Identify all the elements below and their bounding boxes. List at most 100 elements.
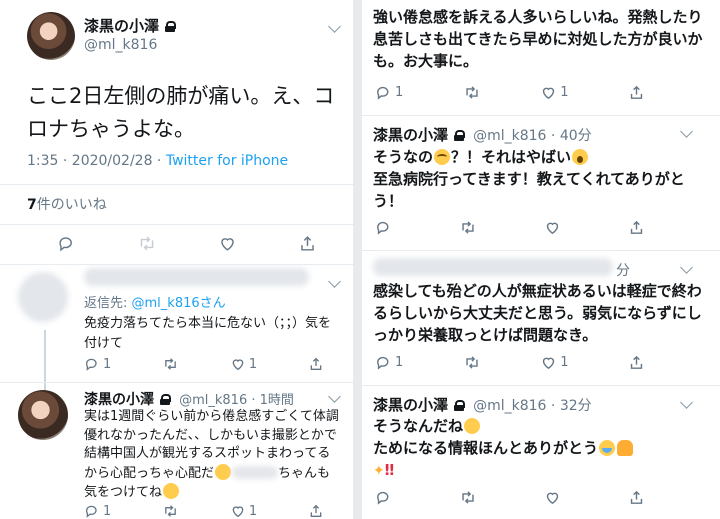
author-name[interactable]: 漆黒の小澤 bbox=[84, 17, 159, 35]
tweet-text: 感染しても殆どの人が無症状あるいは軽症で終わるらしいから大丈夫だと思う。弱気にな… bbox=[373, 282, 702, 344]
like-button[interactable]: 1 bbox=[230, 503, 257, 519]
like-button[interactable]: 1 bbox=[540, 84, 569, 101]
tweet-source-link[interactable]: Twitter for iPhone bbox=[166, 153, 288, 169]
author-name[interactable]: 漆黒の小澤 bbox=[373, 126, 448, 144]
author-name[interactable]: 漆黒の小澤 bbox=[373, 396, 448, 414]
like-count: 1 bbox=[248, 356, 258, 372]
reply-button[interactable]: 1 bbox=[375, 354, 403, 371]
reply-count: 1 bbox=[395, 355, 404, 370]
author-handle-time[interactable]: @ml_k816 · 32分 bbox=[473, 398, 592, 414]
author-handle-time[interactable]: @ml_k816 · 40分 bbox=[473, 128, 592, 144]
tweet2-text-a: そうなの bbox=[373, 148, 434, 166]
tweet1-actions: 1 1 bbox=[375, 84, 645, 101]
reply-button[interactable]: 1 bbox=[84, 356, 111, 372]
share-button[interactable] bbox=[298, 234, 317, 253]
author-name[interactable]: 漆黒の小澤 bbox=[84, 392, 154, 408]
retweet-button[interactable] bbox=[463, 354, 481, 371]
chevron-down-icon[interactable] bbox=[328, 20, 341, 33]
reply-icon bbox=[59, 237, 72, 252]
divider bbox=[362, 250, 720, 251]
reply-button[interactable]: 1 bbox=[84, 503, 111, 519]
reply2-text: 実は1週間ぐらい前から倦怠感すごくて体調優れなかったんだ、、しかもいま撮影とかで… bbox=[84, 408, 342, 503]
tweet-timestamp[interactable]: 1:35 · 2020/02/28 · bbox=[27, 153, 166, 169]
tweet4-text: そうなんだね ためになる情報ほんとありがとう ✦‼ bbox=[373, 415, 713, 482]
retweet-icon bbox=[466, 86, 478, 99]
avatar[interactable] bbox=[18, 390, 68, 440]
retweet-button[interactable] bbox=[137, 234, 157, 253]
lock-icon bbox=[160, 394, 171, 405]
main-tweet-header: 漆黒の小澤 bbox=[84, 15, 177, 36]
reply-button[interactable]: 1 bbox=[375, 84, 403, 101]
lock-icon bbox=[165, 21, 177, 32]
share-button[interactable] bbox=[308, 503, 324, 519]
retweet-icon bbox=[165, 505, 176, 517]
crying-face-emoji bbox=[599, 440, 616, 456]
chevron-down-icon[interactable] bbox=[328, 275, 341, 288]
reply-icon bbox=[377, 221, 389, 235]
like-button[interactable]: 1 bbox=[230, 356, 257, 372]
author-handle-time[interactable]: @ml_k816 · 1時間 bbox=[179, 393, 294, 408]
chevron-down-icon[interactable] bbox=[680, 261, 693, 274]
reply-count: 1 bbox=[395, 85, 404, 100]
redacted-name bbox=[373, 258, 613, 276]
avatar[interactable] bbox=[27, 12, 75, 60]
heart-icon bbox=[232, 506, 244, 518]
like-count: 1 bbox=[248, 503, 258, 519]
lock-icon bbox=[454, 130, 466, 141]
chevron-down-icon[interactable] bbox=[680, 125, 693, 138]
heart-icon bbox=[543, 87, 555, 100]
heart-icon bbox=[543, 357, 555, 370]
retweet-icon bbox=[462, 221, 474, 234]
pleading-face-emoji bbox=[163, 483, 180, 499]
reply-icon bbox=[377, 356, 389, 370]
reply-text: 免疫力落ちてたら本当に危ない（；；）気を付けて bbox=[84, 316, 332, 351]
avatar[interactable] bbox=[18, 272, 68, 322]
tweet2-actions bbox=[375, 219, 645, 236]
like-button[interactable] bbox=[544, 489, 561, 506]
like-button[interactable] bbox=[218, 234, 237, 253]
tweet-time[interactable]: 分 bbox=[616, 260, 630, 280]
retweet-icon bbox=[165, 358, 176, 370]
retweet-button[interactable] bbox=[162, 356, 179, 372]
retweet-button[interactable] bbox=[459, 219, 477, 236]
sparkles-icon: ✦ bbox=[373, 463, 385, 479]
left-screenshot-panel: 漆黒の小澤 @ml_k816 ここ2日左側の肺が痛い。え、コロナちゃうよな。 1… bbox=[0, 0, 353, 519]
share-button[interactable] bbox=[628, 84, 645, 101]
lock-icon bbox=[454, 400, 466, 411]
retweet-icon bbox=[462, 491, 474, 504]
tweet-text: 強い倦怠感を訴える人多いらしいね。発熱したり息苦しさも出てきたら早めに対処した方… bbox=[373, 8, 703, 70]
divider bbox=[0, 224, 353, 225]
tweet-meta: 1:35 · 2020/02/28 · Twitter for iPhone bbox=[27, 153, 288, 169]
reply-icon bbox=[377, 86, 389, 100]
reply-to-handle[interactable]: @ml_k816さん bbox=[132, 296, 226, 311]
redacted-name bbox=[84, 268, 309, 286]
heart-icon bbox=[546, 222, 559, 235]
divider bbox=[0, 264, 353, 265]
chevron-down-icon[interactable] bbox=[680, 396, 693, 409]
chevron-down-icon[interactable] bbox=[328, 390, 341, 403]
likes-summary[interactable]: 7件のいいね bbox=[27, 194, 107, 214]
like-button[interactable]: 1 bbox=[540, 354, 569, 371]
reply-button[interactable] bbox=[375, 219, 392, 236]
retweet-button[interactable] bbox=[162, 503, 179, 519]
like-button[interactable] bbox=[544, 219, 561, 236]
reply-button[interactable] bbox=[57, 234, 76, 253]
tweet3-actions: 1 1 bbox=[375, 354, 645, 371]
retweet-button[interactable] bbox=[459, 489, 477, 506]
share-icon bbox=[630, 490, 643, 504]
tweet4-header: 漆黒の小澤 @ml_k816 · 32分 bbox=[373, 394, 592, 415]
retweet-icon bbox=[140, 236, 154, 251]
share-button[interactable] bbox=[628, 354, 645, 371]
pleading-face-emoji bbox=[215, 463, 232, 480]
reply-to-prefix: 返信先: bbox=[84, 296, 132, 311]
retweet-icon bbox=[466, 356, 478, 369]
author-handle[interactable]: @ml_k816 bbox=[84, 37, 157, 53]
reply-button[interactable] bbox=[375, 489, 392, 506]
heart-icon bbox=[221, 238, 234, 251]
share-button[interactable] bbox=[628, 219, 645, 236]
share-button[interactable] bbox=[308, 356, 324, 372]
share-button[interactable] bbox=[628, 489, 645, 506]
share-icon bbox=[630, 85, 643, 99]
share-icon bbox=[310, 504, 322, 517]
retweet-button[interactable] bbox=[463, 84, 481, 101]
